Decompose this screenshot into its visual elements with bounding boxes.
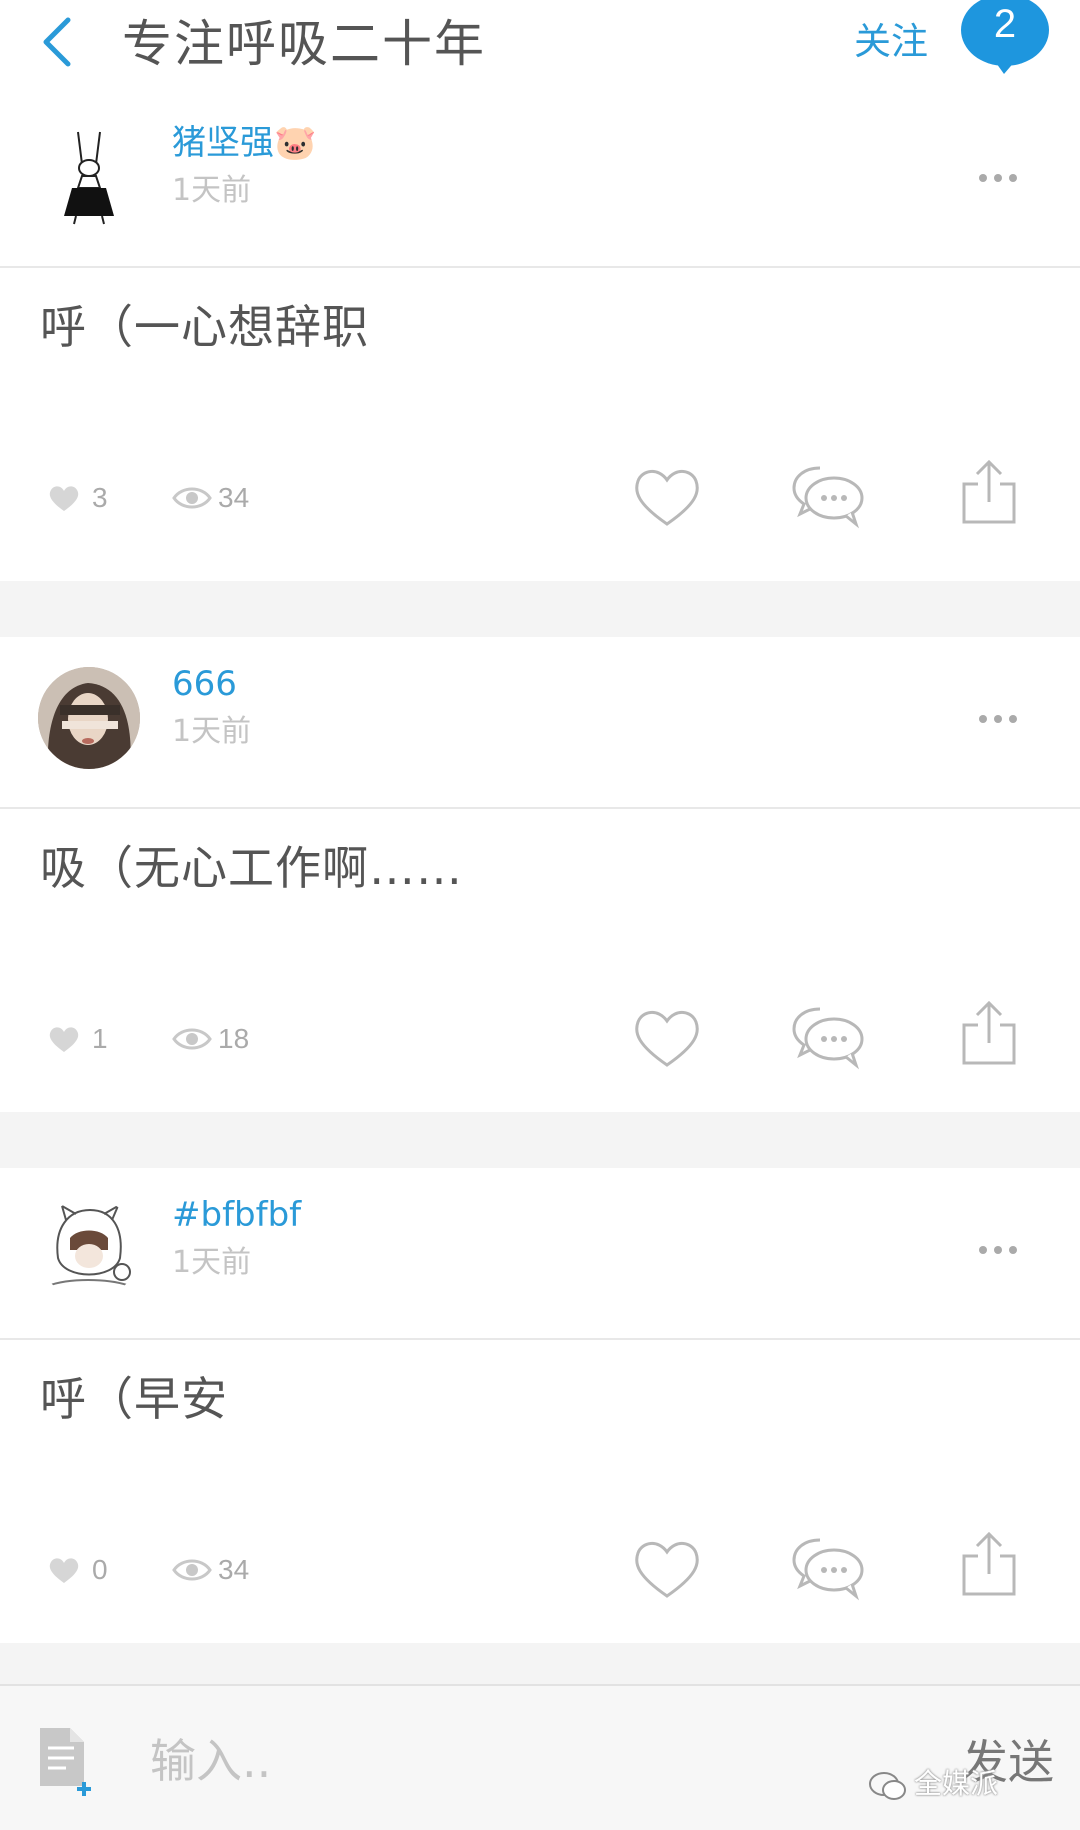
like-button-heart-icon[interactable] [632, 464, 702, 528]
comment-button-icon[interactable] [790, 1003, 866, 1071]
post-content: 呼（一心想辞职 [40, 300, 369, 354]
message-count-badge[interactable]: 2 [960, 0, 1050, 76]
post-time: 1天前 [172, 1245, 252, 1280]
avatar[interactable] [38, 126, 140, 228]
post-header: #bfbfbf 1天前 [0, 1168, 1080, 1338]
view-count-eye-icon [172, 1559, 212, 1581]
post-time: 1天前 [172, 173, 252, 208]
view-count-eye-icon [172, 1028, 212, 1050]
share-button-icon[interactable] [960, 458, 1018, 526]
avatar-portrait-icon [38, 667, 140, 769]
view-count: 18 [218, 1023, 250, 1054]
post-time: 1天前 [172, 714, 252, 749]
post-content: 呼（早安 [40, 1372, 228, 1426]
comment-button-icon[interactable] [790, 462, 866, 530]
like-count: 3 [92, 482, 108, 513]
avatar-figure-icon [64, 131, 114, 225]
header-bar: 专注呼吸二十年 关注 2 [0, 0, 1080, 96]
more-options-icon[interactable] [976, 1232, 1020, 1268]
like-count-heart-icon [49, 1558, 79, 1583]
section-gap [0, 1112, 1080, 1168]
avatar-sketch-icon [47, 1203, 131, 1287]
like-button-heart-icon[interactable] [632, 1005, 702, 1069]
divider [0, 807, 1080, 809]
more-options-icon[interactable] [976, 160, 1020, 196]
like-count-heart-icon [49, 486, 79, 511]
post-header: 猪坚强🐷 1天前 [0, 96, 1080, 266]
username[interactable]: 666 [172, 659, 237, 709]
divider [0, 266, 1080, 268]
post-card: 猪坚强🐷 1天前 呼（一心想辞职 3 34 [0, 96, 1080, 581]
message-input[interactable] [150, 1726, 910, 1796]
comment-button-icon[interactable] [790, 1534, 866, 1602]
like-button-heart-icon[interactable] [632, 1536, 702, 1600]
avatar[interactable] [38, 667, 140, 769]
share-button-icon[interactable] [960, 1530, 1018, 1598]
section-gap [0, 1643, 1080, 1684]
like-count: 0 [92, 1554, 108, 1585]
username[interactable]: #bfbfbf [172, 1190, 301, 1240]
attach-document-icon[interactable] [36, 1724, 96, 1796]
share-button-icon[interactable] [960, 999, 1018, 1067]
post-header: 666 1天前 [0, 637, 1080, 807]
topic-page: 专注呼吸二十年 关注 2 猪坚强🐷 1天前 呼（一心想辞职 3 34 666 1… [0, 0, 1080, 1830]
wechat-logo-icon [869, 1772, 906, 1800]
badge-count: 2 [993, 2, 1017, 46]
like-count-heart-icon [49, 1027, 79, 1052]
avatar[interactable] [38, 1198, 140, 1300]
post-content: 吸（无心工作啊…… [40, 841, 463, 895]
watermark: 全媒派 [914, 1767, 999, 1800]
post-card: 666 1天前 吸（无心工作啊…… 1 18 [0, 637, 1080, 1112]
page-title: 专注呼吸二十年 [122, 15, 486, 73]
divider [0, 1338, 1080, 1340]
view-count-eye-icon [172, 487, 212, 509]
section-gap [0, 581, 1080, 637]
compose-bar: 发送 [0, 1684, 1080, 1830]
back-arrow-icon[interactable] [36, 14, 80, 70]
username[interactable]: 猪坚强🐷 [172, 118, 316, 168]
more-options-icon[interactable] [976, 701, 1020, 737]
post-card: #bfbfbf 1天前 呼（早安 0 34 [0, 1168, 1080, 1643]
view-count: 34 [218, 482, 250, 513]
follow-button[interactable]: 关注 [854, 18, 928, 66]
like-count: 1 [92, 1023, 108, 1054]
view-count: 34 [218, 1554, 250, 1585]
